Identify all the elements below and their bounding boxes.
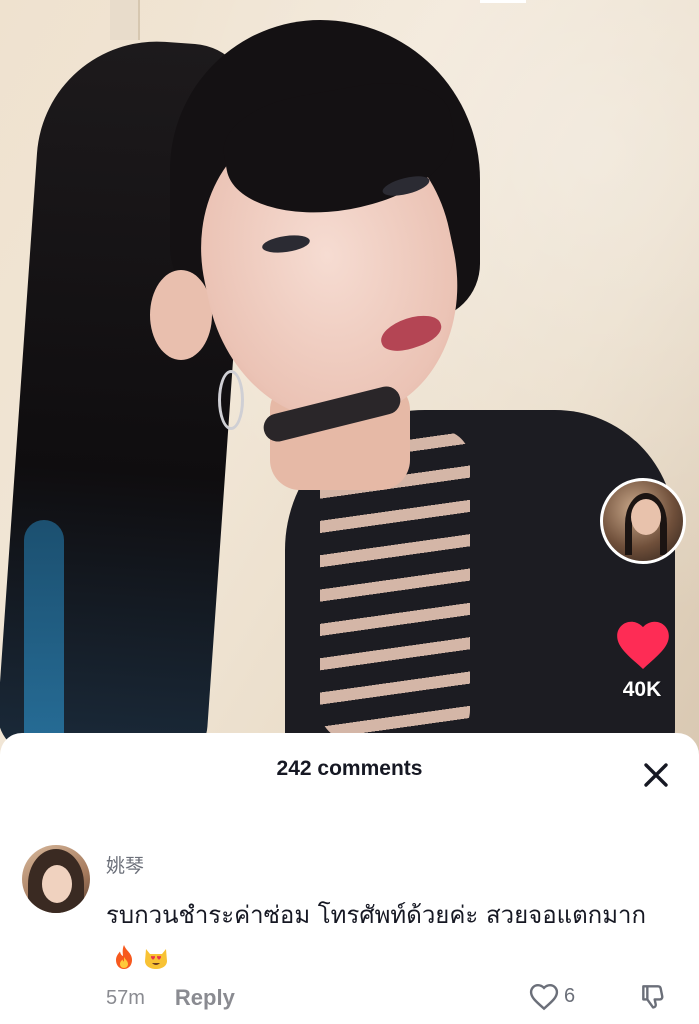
heart-icon (617, 621, 669, 670)
thumbs-down-icon (642, 985, 664, 1009)
comments-title: 242 comments (276, 757, 423, 780)
comment-like-button[interactable]: 6 (528, 981, 575, 1011)
heart-eyes-cat-emoji-icon (145, 949, 167, 969)
avatar-face (631, 499, 661, 535)
commenter-avatar[interactable] (22, 845, 90, 913)
comment-dislike-button[interactable] (638, 981, 670, 1013)
progress-indicator (480, 0, 526, 3)
comments-sheet: 242 comments 姚琴 รบกวนชำระค่าซ่อม โทรศัพท… (0, 733, 699, 1024)
commenter-username[interactable]: 姚琴 (106, 851, 144, 878)
video-player[interactable]: 40K (0, 0, 699, 760)
comment-timestamp: 57m (106, 986, 145, 1009)
comment-like-count: 6 (564, 984, 576, 1007)
creator-avatar[interactable] (600, 478, 686, 564)
video-subject-hair-highlight (24, 520, 64, 760)
door-frame (110, 0, 140, 40)
close-icon (644, 763, 668, 787)
video-subject-earring (218, 370, 244, 430)
comment-meta: 57m Reply (106, 983, 235, 1013)
avatar-face (42, 865, 72, 903)
fire-emoji-icon (116, 945, 132, 969)
close-button[interactable] (636, 755, 676, 795)
heart-outline-icon (529, 983, 559, 1011)
reply-button[interactable]: Reply (175, 985, 235, 1011)
like-count: 40K (622, 678, 662, 701)
video-subject-ear (150, 270, 212, 360)
like-button[interactable] (612, 614, 674, 676)
comment-item: 姚琴 รบกวนชำระค่าซ่อม โทรศัพท์ด้วยค่ะ สวยจ… (0, 833, 699, 1023)
comment-text: รบกวนชำระค่าซ่อม โทรศัพท์ด้วยค่ะ สวยจอแต… (106, 893, 676, 981)
comment-body: รบกวนชำระค่าซ่อม โทรศัพท์ด้วยค่ะ สวยจอแต… (106, 901, 647, 929)
